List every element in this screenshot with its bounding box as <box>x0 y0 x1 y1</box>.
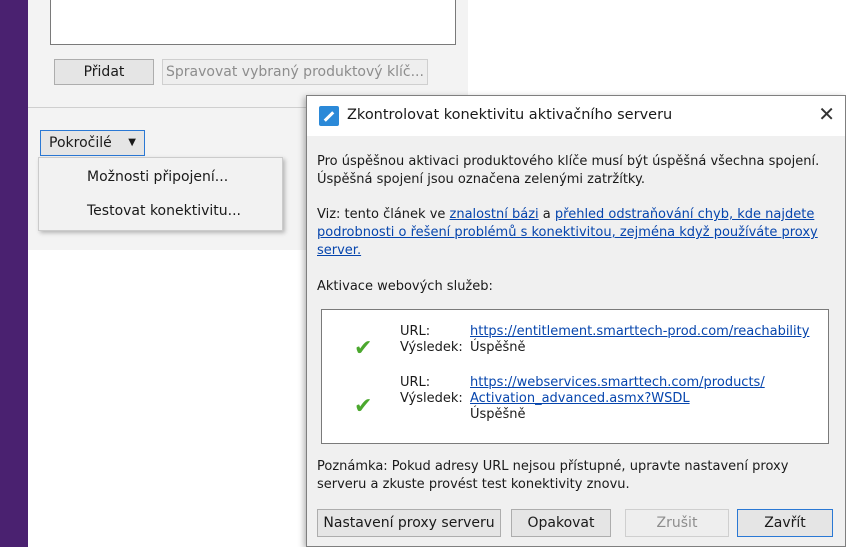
result-value: Úspěšně <box>470 407 526 422</box>
result-url-link[interactable]: https://entitlement.smarttech-prod.com/r… <box>470 324 809 340</box>
smart-app-icon <box>319 106 339 126</box>
results-box: ✔ URL: https://entitlement.smarttech-pro… <box>321 309 829 444</box>
product-key-list[interactable] <box>50 0 456 45</box>
intro-text-line1: Pro úspěšnou aktivaci produktového klíče… <box>317 154 820 169</box>
chevron-down-icon: ▼ <box>128 137 136 148</box>
result-label: Výsledek: <box>400 340 463 355</box>
section-label: Aktivace webových služeb: <box>317 279 493 294</box>
result-url-link[interactable]: https://webservices.smarttech.com/produc… <box>470 375 765 391</box>
menu-item-test-connectivity[interactable]: Testovat konektivitu... <box>87 203 241 219</box>
see-text-line1: Viz: tento článek ve znalostní bázi a př… <box>317 206 814 224</box>
manage-product-key-button: Spravovat vybraný produktový klíč... <box>162 59 428 85</box>
note-text-line1: Poznámka: Pokud adresy URL nejsou přístu… <box>317 459 789 474</box>
close-icon[interactable]: ✕ <box>818 102 835 126</box>
desktop-background <box>0 0 28 547</box>
checkmark-icon: ✔ <box>354 336 373 361</box>
troubleshooting-link[interactable]: přehled odstraňování chyb, kde najdete <box>555 207 814 222</box>
checkmark-icon: ✔ <box>354 394 373 419</box>
dialog-title: Zkontrolovat konektivitu aktivačního ser… <box>347 107 673 123</box>
advanced-menu: Možnosti připojení... Testovat konektivi… <box>38 157 283 231</box>
troubleshooting-link-line3[interactable]: server. <box>317 242 361 260</box>
proxy-settings-button[interactable]: Nastavení proxy serveru <box>317 509 501 537</box>
close-button[interactable]: Zavřít <box>737 509 833 537</box>
add-button[interactable]: Přidat <box>54 59 154 85</box>
url-label: URL: <box>400 324 431 339</box>
advanced-button-label: Pokročilé <box>49 135 112 151</box>
retry-button[interactable]: Opakovat <box>511 509 611 537</box>
see-prefix: Viz: tento článek ve <box>317 207 446 222</box>
troubleshooting-link-line2[interactable]: podrobnosti o řešení problémů s konektiv… <box>317 224 818 242</box>
url-label: URL: <box>400 375 431 390</box>
menu-item-connection-options[interactable]: Možnosti připojení... <box>87 169 228 185</box>
result-url-link-line2[interactable]: Activation_advanced.asmx?WSDL <box>470 391 690 407</box>
and-word: a <box>542 207 551 222</box>
note-text-line2: serveru a zkuste provést test konektivit… <box>317 477 630 492</box>
result-label: Výsledek: <box>400 391 463 406</box>
cancel-button: Zrušit <box>625 509 729 537</box>
connectivity-dialog: Zkontrolovat konektivitu aktivačního ser… <box>306 95 846 547</box>
kb-link[interactable]: znalostní bázi <box>450 207 539 222</box>
dialog-titlebar: Zkontrolovat konektivitu aktivačního ser… <box>307 96 845 136</box>
intro-text-line2: Úspěšná spojení jsou označena zelenými z… <box>317 172 645 187</box>
advanced-button[interactable]: Pokročilé ▼ <box>40 130 145 156</box>
result-value: Úspěšně <box>470 340 526 355</box>
